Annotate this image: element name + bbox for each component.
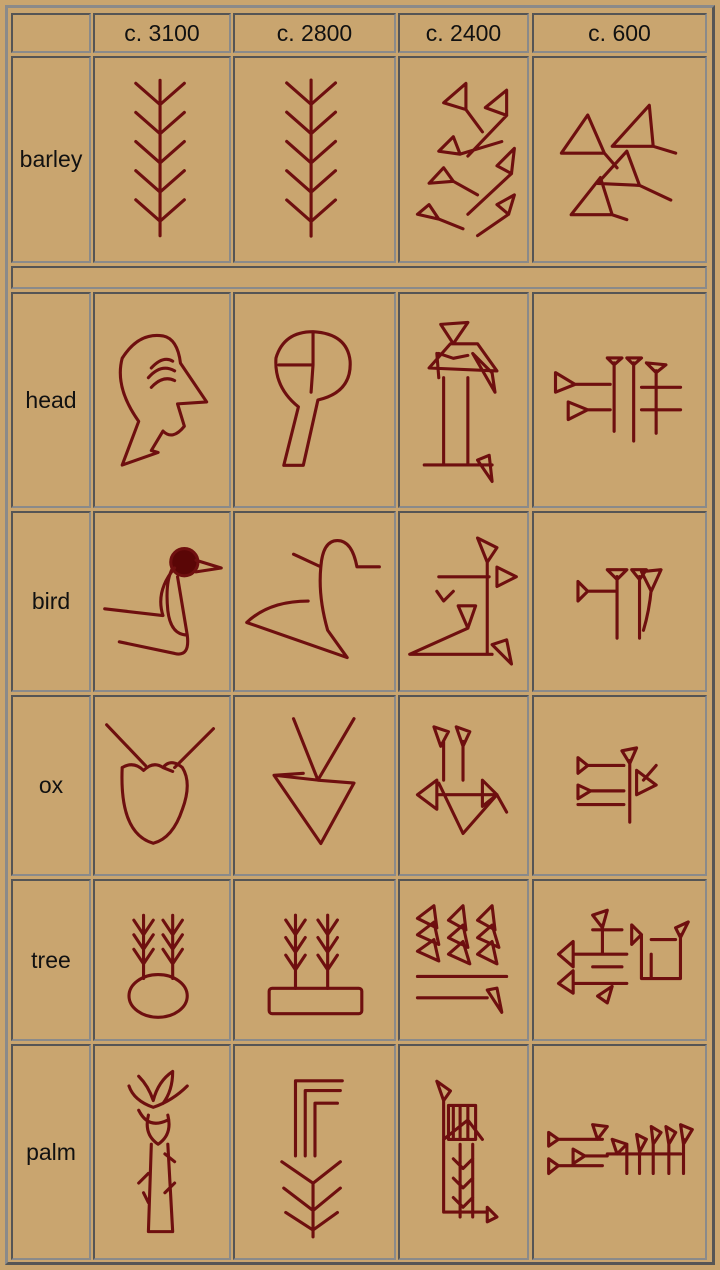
glyph-palm-c600 [532, 1044, 707, 1260]
glyph-barley-3100 [93, 56, 231, 263]
glyph-barley-2400 [398, 56, 529, 263]
row-label-palm: palm [11, 1044, 91, 1260]
row-label-bird: bird [11, 511, 91, 692]
glyph-head-2400 [398, 292, 529, 508]
spacer-row [11, 266, 707, 289]
glyph-ox-c600 [532, 695, 707, 876]
glyph-tree-2800 [233, 879, 396, 1041]
glyph-bird-2400 [398, 511, 529, 692]
glyph-ox-2400 [398, 695, 529, 876]
glyph-palm-3100 [93, 1044, 231, 1260]
glyph-tree-c600 [532, 879, 707, 1041]
glyph-bird-2800 [233, 511, 396, 692]
glyph-head-2800 [233, 292, 396, 508]
header-c2400: c. 2400 [398, 13, 529, 53]
glyph-tree-3100 [93, 879, 231, 1041]
header-c2800: c. 2800 [233, 13, 396, 53]
glyph-head-3100 [93, 292, 231, 508]
header-empty [11, 13, 91, 53]
row-label-tree: tree [11, 879, 91, 1041]
glyph-palm-2400 [398, 1044, 529, 1260]
glyph-barley-c600 [532, 56, 707, 263]
row-label-barley: barley [11, 56, 91, 263]
glyph-ox-3100 [93, 695, 231, 876]
glyph-bird-c600 [532, 511, 707, 692]
glyph-palm-2800 [233, 1044, 396, 1260]
glyph-bird-3100 [93, 511, 231, 692]
header-c3100: c. 3100 [93, 13, 231, 53]
glyph-barley-2800 [233, 56, 396, 263]
glyph-ox-2800 [233, 695, 396, 876]
glyph-tree-2400 [398, 879, 529, 1041]
header-c600: c. 600 [532, 13, 707, 53]
row-label-head: head [11, 292, 91, 508]
glyph-head-c600 [532, 292, 707, 508]
row-label-ox: ox [11, 695, 91, 876]
